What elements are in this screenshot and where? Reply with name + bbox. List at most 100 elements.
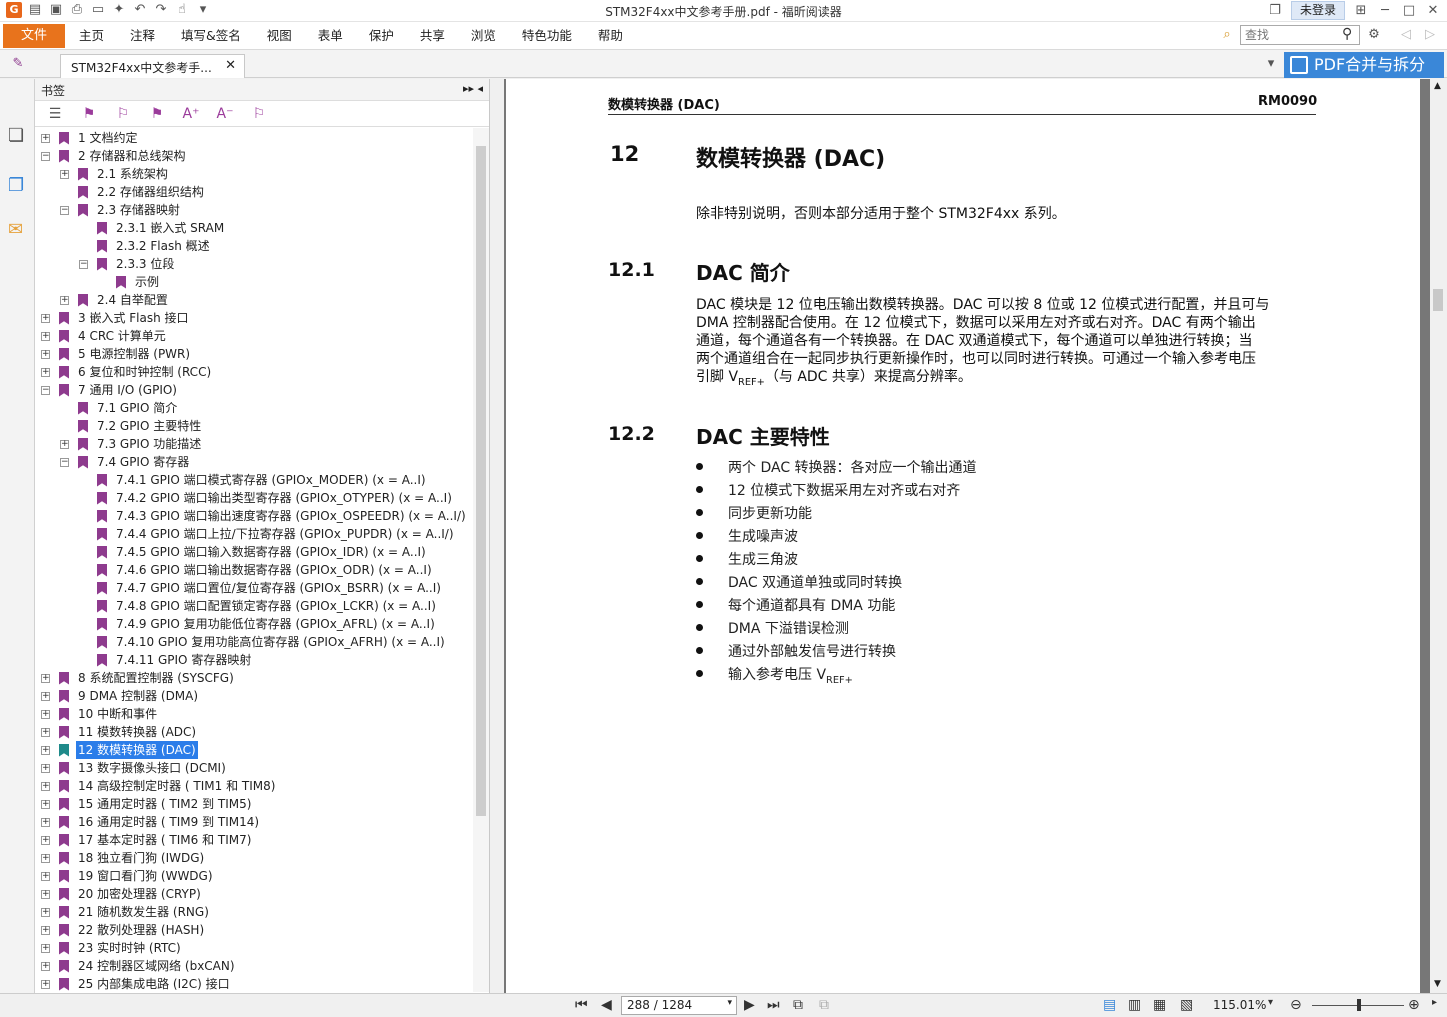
- bookmarks-scrollbar[interactable]: [473, 128, 489, 992]
- bookmark-item[interactable]: +23 实时时钟 (RTC): [41, 939, 183, 957]
- expand-icon[interactable]: +: [41, 817, 50, 827]
- expand-icon[interactable]: +: [41, 943, 50, 953]
- tab-features[interactable]: 特色功能: [509, 22, 585, 50]
- expand-icon[interactable]: +: [41, 961, 50, 971]
- bookmark-item[interactable]: 示例: [98, 273, 161, 291]
- panel-splitter[interactable]: [490, 79, 504, 993]
- last-page-icon[interactable]: ⏭: [767, 997, 780, 1013]
- expand-icon[interactable]: +: [41, 853, 50, 863]
- bookmark-item[interactable]: 7.4.7 GPIO 端口置位/复位寄存器 (GPIOx_BSRR) (x = …: [79, 579, 443, 597]
- bookmark-item[interactable]: +24 控制器区域网络 (bxCAN): [41, 957, 237, 975]
- zoom-in-icon[interactable]: ⊕: [1408, 997, 1420, 1013]
- tab-share[interactable]: 共享: [407, 22, 458, 50]
- add-bookmark-icon[interactable]: ⚐: [113, 105, 133, 123]
- expand-icon[interactable]: +: [41, 709, 50, 719]
- forward-icon[interactable]: ▷: [1422, 27, 1438, 43]
- expand-icon[interactable]: +: [41, 133, 50, 143]
- app-tab-icon[interactable]: ✎: [10, 56, 26, 72]
- bookmark-item[interactable]: +25 内部集成电路 (I2C) 接口: [41, 975, 232, 992]
- maximize-icon[interactable]: □: [1401, 3, 1417, 19]
- save-icon[interactable]: ▣: [48, 2, 64, 18]
- bookmark-item[interactable]: +15 通用定时器 ( TIM2 到 TIM5): [41, 795, 253, 813]
- redo-icon[interactable]: ↷: [153, 2, 169, 18]
- tab-protect[interactable]: 保护: [356, 22, 407, 50]
- options-icon[interactable]: ☰: [45, 105, 65, 123]
- single-page-icon[interactable]: ▤: [1103, 997, 1116, 1013]
- bookmark-item[interactable]: +20 加密处理器 (CRYP): [41, 885, 203, 903]
- bookmark-item[interactable]: − 7.4 GPIO 寄存器: [60, 453, 191, 471]
- decrease-font-icon[interactable]: A⁻: [215, 105, 235, 123]
- zoom-level[interactable]: 115.01%: [1213, 998, 1266, 1012]
- expand-icon[interactable]: +: [41, 331, 50, 341]
- bookmark-item[interactable]: +22 散列处理器 (HASH): [41, 921, 206, 939]
- bookmark-item[interactable]: 7.4.9 GPIO 复用功能低位寄存器 (GPIOx_AFRL) (x = A…: [79, 615, 437, 633]
- collapse-icon[interactable]: −: [60, 457, 69, 467]
- expand-icon[interactable]: +: [41, 799, 50, 809]
- bookmark-item[interactable]: +1 文档约定: [41, 129, 139, 147]
- properties-icon[interactable]: ▭: [90, 2, 106, 18]
- bookmark-item[interactable]: +3 嵌入式 Flash 接口: [41, 309, 191, 327]
- expand-icon[interactable]: +: [41, 925, 50, 935]
- folder-search-icon[interactable]: ⌕: [1219, 27, 1235, 43]
- first-page-icon[interactable]: ⏮: [575, 997, 588, 1013]
- bookmark-item[interactable]: 2.3.2 Flash 概述: [79, 237, 212, 255]
- tab-comment[interactable]: 注释: [117, 22, 168, 50]
- minimize-icon[interactable]: ─: [1377, 3, 1393, 19]
- continuous-facing-icon[interactable]: ▧: [1180, 997, 1193, 1013]
- bookmark-item[interactable]: 2.3.1 嵌入式 SRAM: [79, 219, 226, 237]
- customize-dropdown-icon[interactable]: ▾: [195, 2, 211, 18]
- zoom-out-icon[interactable]: ⊖: [1290, 997, 1302, 1013]
- viewer-scrollbar[interactable]: ▲ ▼: [1430, 79, 1447, 993]
- bookmark-item[interactable]: +4 CRC 计算单元: [41, 327, 168, 345]
- bookmark-item[interactable]: − 2 存储器和总线架构: [41, 147, 187, 165]
- bookmark-item[interactable]: − 2.3 存储器映射: [60, 201, 182, 219]
- document-tab[interactable]: STM32F4xx中文参考手... ✕: [60, 54, 245, 78]
- login-button[interactable]: 未登录: [1290, 1, 1345, 20]
- close-tab-icon[interactable]: ✕: [225, 58, 236, 73]
- file-menu[interactable]: 文件: [3, 24, 65, 48]
- scroll-up-icon[interactable]: ▲: [1434, 81, 1441, 91]
- bookmark-item[interactable]: 7.4.6 GPIO 端口输出数据寄存器 (GPIOx_ODR) (x = A.…: [79, 561, 434, 579]
- bookmark-item[interactable]: +13 数字摄像头接口 (DCMI): [41, 759, 228, 777]
- page-dropdown-icon[interactable]: ▾: [727, 998, 732, 1008]
- expand-icon[interactable]: +: [60, 295, 69, 305]
- tab-fill-sign[interactable]: 填写&签名: [168, 22, 254, 50]
- bookmark-item[interactable]: 7.4.2 GPIO 端口输出类型寄存器 (GPIOx_OTYPER) (x =…: [79, 489, 454, 507]
- expand-current-icon[interactable]: ⚐: [249, 105, 269, 123]
- new-icon[interactable]: ✦: [111, 2, 127, 18]
- bookmark-item[interactable]: +8 系统配置控制器 (SYSCFG): [41, 669, 236, 687]
- back-icon[interactable]: ◁: [1398, 27, 1414, 43]
- tab-home[interactable]: 主页: [66, 22, 117, 50]
- bookmark-item[interactable]: 7.4.4 GPIO 端口上拉/下拉寄存器 (GPIOx_PUPDR) (x =…: [79, 525, 456, 543]
- close-icon[interactable]: ✕: [1425, 3, 1441, 19]
- tab-browse[interactable]: 浏览: [458, 22, 509, 50]
- collapse-icon[interactable]: −: [60, 205, 69, 215]
- scroll-down-icon[interactable]: ▼: [1434, 979, 1441, 989]
- continuous-icon[interactable]: ▥: [1128, 997, 1141, 1013]
- next-view-icon[interactable]: ⧉: [819, 997, 829, 1013]
- expand-icon[interactable]: +: [60, 169, 69, 179]
- tab-view[interactable]: 视图: [254, 22, 305, 50]
- bookmarks-panel-icon[interactable]: ❏: [8, 125, 30, 151]
- zoom-dropdown-icon[interactable]: ▾: [1268, 997, 1273, 1008]
- grid-icon[interactable]: ⊞: [1353, 3, 1369, 19]
- tab-list-dropdown-icon[interactable]: ▾: [1263, 56, 1279, 72]
- zoom-slider-handle[interactable]: [1357, 999, 1361, 1011]
- page-number-field[interactable]: 288 / 1284 ▾: [621, 996, 737, 1015]
- facing-icon[interactable]: ▦: [1153, 997, 1166, 1013]
- bookmark-item[interactable]: +14 高级控制定时器 ( TIM1 和 TIM8): [41, 777, 277, 795]
- bookmark-item[interactable]: 2.2 存储器组织结构: [60, 183, 206, 201]
- status-menu-icon[interactable]: ▸: [1432, 997, 1437, 1008]
- increase-font-icon[interactable]: A⁺: [181, 105, 201, 123]
- bookmark-item[interactable]: 7.4.5 GPIO 端口输入数据寄存器 (GPIOx_IDR) (x = A.…: [79, 543, 428, 561]
- settings-icon[interactable]: ⚙: [1366, 27, 1382, 43]
- expand-icon[interactable]: +: [60, 439, 69, 449]
- previous-view-icon[interactable]: ⧉: [793, 997, 803, 1013]
- bookmark-item[interactable]: +16 通用定时器 ( TIM9 到 TIM14): [41, 813, 261, 831]
- bookmark-item[interactable]: +12 数模转换器 (DAC): [41, 741, 198, 759]
- undo-icon[interactable]: ↶: [132, 2, 148, 18]
- bookmark-item[interactable]: +17 基本定时器 ( TIM6 和 TIM7): [41, 831, 253, 849]
- bookmark-item[interactable]: +2.4 自举配置: [60, 291, 170, 309]
- tab-help[interactable]: 帮助: [585, 22, 636, 50]
- bookmark-item[interactable]: +6 复位和时钟控制 (RCC): [41, 363, 213, 381]
